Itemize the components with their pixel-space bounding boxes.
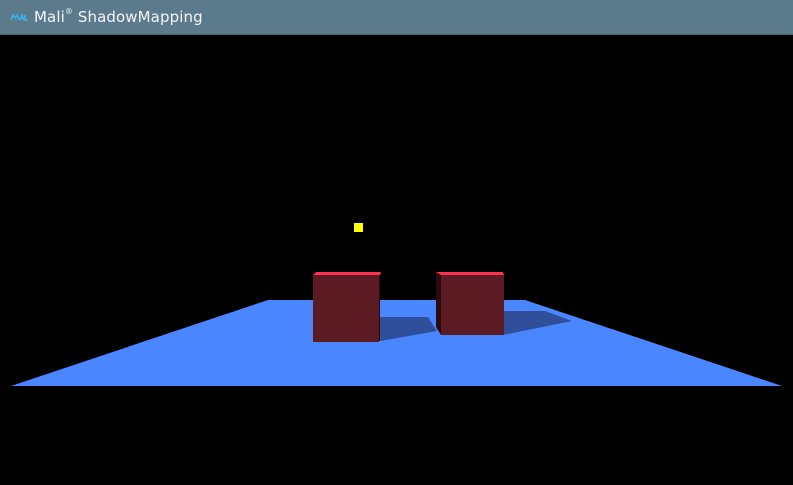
render-viewport[interactable] xyxy=(0,35,793,481)
light-marker xyxy=(354,223,363,232)
mali-logo-icon xyxy=(10,11,28,23)
app-title-rest: ShadowMapping xyxy=(72,8,203,26)
app-title-name: Mali xyxy=(34,8,65,26)
title-bar: Mali® ShadowMapping xyxy=(0,0,793,35)
ground-plane xyxy=(11,300,782,386)
scene-canvas xyxy=(11,223,782,386)
registered-mark: ® xyxy=(64,7,73,16)
app-title: Mali® ShadowMapping xyxy=(34,7,203,26)
right-cube xyxy=(436,272,504,335)
left-cube xyxy=(313,272,381,342)
